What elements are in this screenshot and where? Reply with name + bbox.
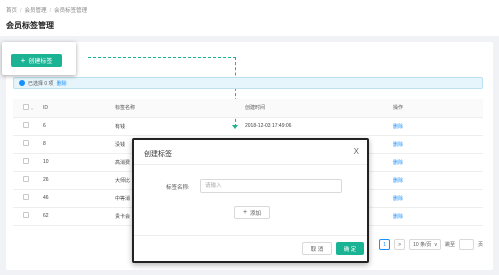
plus-icon: + xyxy=(20,55,26,65)
selection-info-bar: 已选择 0 项 删除 xyxy=(13,77,483,89)
dialog-title: 创建标签 xyxy=(144,151,172,158)
create-tag-dialog: 创建标签 X 标签名称: + 添加 取 消 确 定 xyxy=(132,138,369,263)
confirm-button[interactable]: 确 定 xyxy=(336,242,364,255)
breadcrumb-current: 会员标签管理 xyxy=(54,8,88,14)
delete-link[interactable]: 删除 xyxy=(393,160,403,166)
cell-name: 有钱 xyxy=(115,117,245,136)
delete-link[interactable]: 删除 xyxy=(393,124,403,130)
row-checkbox[interactable] xyxy=(23,176,29,182)
row-checkbox[interactable] xyxy=(23,122,29,128)
table-header-row: v ID 标签名称 创建时间 操作 xyxy=(13,99,483,118)
add-button[interactable]: + 添加 xyxy=(234,206,270,219)
delete-link[interactable]: 删除 xyxy=(393,214,403,220)
breadcrumb-home[interactable]: 首页 xyxy=(6,8,17,14)
tag-name-label: 标签名称: xyxy=(166,185,190,191)
chevron-down-icon[interactable]: v xyxy=(31,106,33,111)
breadcrumb: 首页 / 会员管理 / 会员标签管理 xyxy=(6,8,88,14)
cell-id: 8 xyxy=(43,135,115,154)
chevron-down-icon: v xyxy=(434,241,437,248)
row-checkbox[interactable] xyxy=(23,158,29,164)
plus-icon: + xyxy=(242,209,248,216)
row-checkbox[interactable] xyxy=(23,194,29,200)
dialog-header-divider xyxy=(134,164,367,165)
guide-line-horizontal xyxy=(88,57,236,58)
page-size-value: 10 条/页 xyxy=(413,242,432,248)
tag-name-input[interactable] xyxy=(200,179,342,193)
column-id: ID xyxy=(43,99,115,118)
jump-label: 跳至 xyxy=(444,242,455,248)
close-icon[interactable]: X xyxy=(354,147,359,156)
select-all-checkbox[interactable] xyxy=(23,103,29,110)
dialog-footer-divider xyxy=(134,235,367,236)
breadcrumb-member[interactable]: 会员管理 xyxy=(25,8,47,14)
cell-id: 26 xyxy=(43,171,115,190)
page-size-select[interactable]: 10 条/页 v xyxy=(409,239,441,250)
page-header: 首页 / 会员管理 / 会员标签管理 会员标签管理 xyxy=(0,0,499,36)
delete-link[interactable]: 删除 xyxy=(393,178,403,184)
cell-id: 10 xyxy=(43,153,115,172)
jump-input[interactable] xyxy=(458,239,474,250)
info-icon xyxy=(19,80,25,86)
create-tag-button[interactable]: + 创建标签 xyxy=(11,54,62,67)
create-tag-label: 创建标签 xyxy=(28,59,53,65)
column-action: 操作 xyxy=(393,99,483,118)
page-1-button[interactable]: 1 xyxy=(379,239,391,250)
cancel-button[interactable]: 取 消 xyxy=(302,242,332,255)
page-unit-label: 页 xyxy=(477,242,483,248)
page-title: 会员标签管理 xyxy=(6,21,54,30)
add-button-label: 添加 xyxy=(250,210,262,217)
column-name: 标签名称 xyxy=(115,99,245,118)
row-checkbox[interactable] xyxy=(23,140,29,146)
cell-created: 2018-12-03 17:49:06 xyxy=(245,117,393,136)
cell-id: 6 xyxy=(43,117,115,136)
delete-link[interactable]: 删除 xyxy=(393,196,403,202)
selection-count: 已选择 0 项 xyxy=(28,80,54,87)
pagination: 1 > 10 条/页 v 跳至 页 xyxy=(379,239,483,250)
row-checkbox[interactable] xyxy=(23,212,29,218)
create-button-highlight: + 创建标签 xyxy=(2,42,76,75)
cell-id: 62 xyxy=(43,207,115,226)
column-created: 创建时间 xyxy=(245,99,393,118)
batch-delete-link[interactable]: 删除 xyxy=(57,80,67,87)
delete-link[interactable]: 删除 xyxy=(393,142,403,148)
next-page-button[interactable]: > xyxy=(394,239,406,250)
table-row: 6 有钱 2018-12-03 17:49:06 删除 xyxy=(13,117,483,136)
cell-id: 46 xyxy=(43,189,115,208)
